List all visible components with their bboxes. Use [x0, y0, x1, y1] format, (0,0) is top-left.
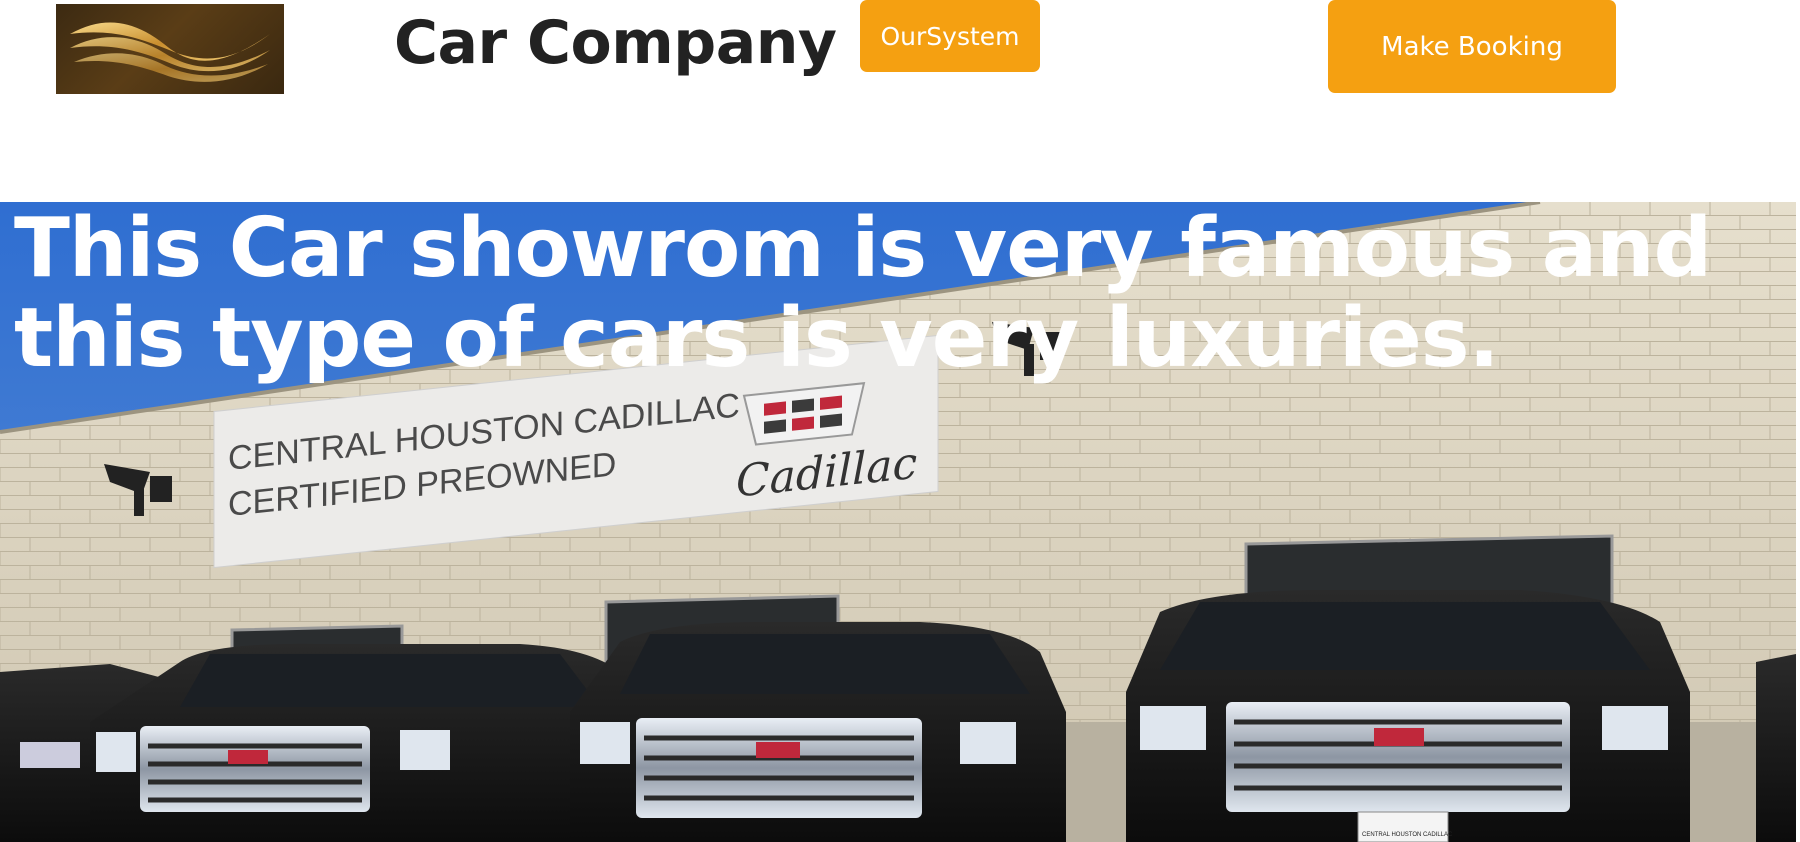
our-system-button[interactable]: OurSystem	[860, 0, 1040, 72]
make-booking-button[interactable]: Make Booking	[1328, 0, 1616, 93]
page-edge	[1796, 202, 1800, 842]
site-title: Car Company	[394, 8, 837, 78]
golden-wave-logo-icon	[70, 22, 270, 82]
hero-headline: This Car showrom is very famous and this…	[14, 202, 1712, 386]
hero-banner: CENTRAL HOUSTON CADILLAC CERTIFIED PREOW…	[0, 202, 1796, 842]
car-2	[570, 622, 1066, 842]
logo[interactable]	[56, 4, 284, 94]
plate-text: CENTRAL HOUSTON CADILLAC	[1362, 832, 1453, 838]
car-1	[90, 643, 640, 842]
site-header: Car Company OurSystem Make Booking	[0, 0, 1800, 202]
car-3: CENTRAL HOUSTON CADILLAC	[1126, 590, 1690, 842]
